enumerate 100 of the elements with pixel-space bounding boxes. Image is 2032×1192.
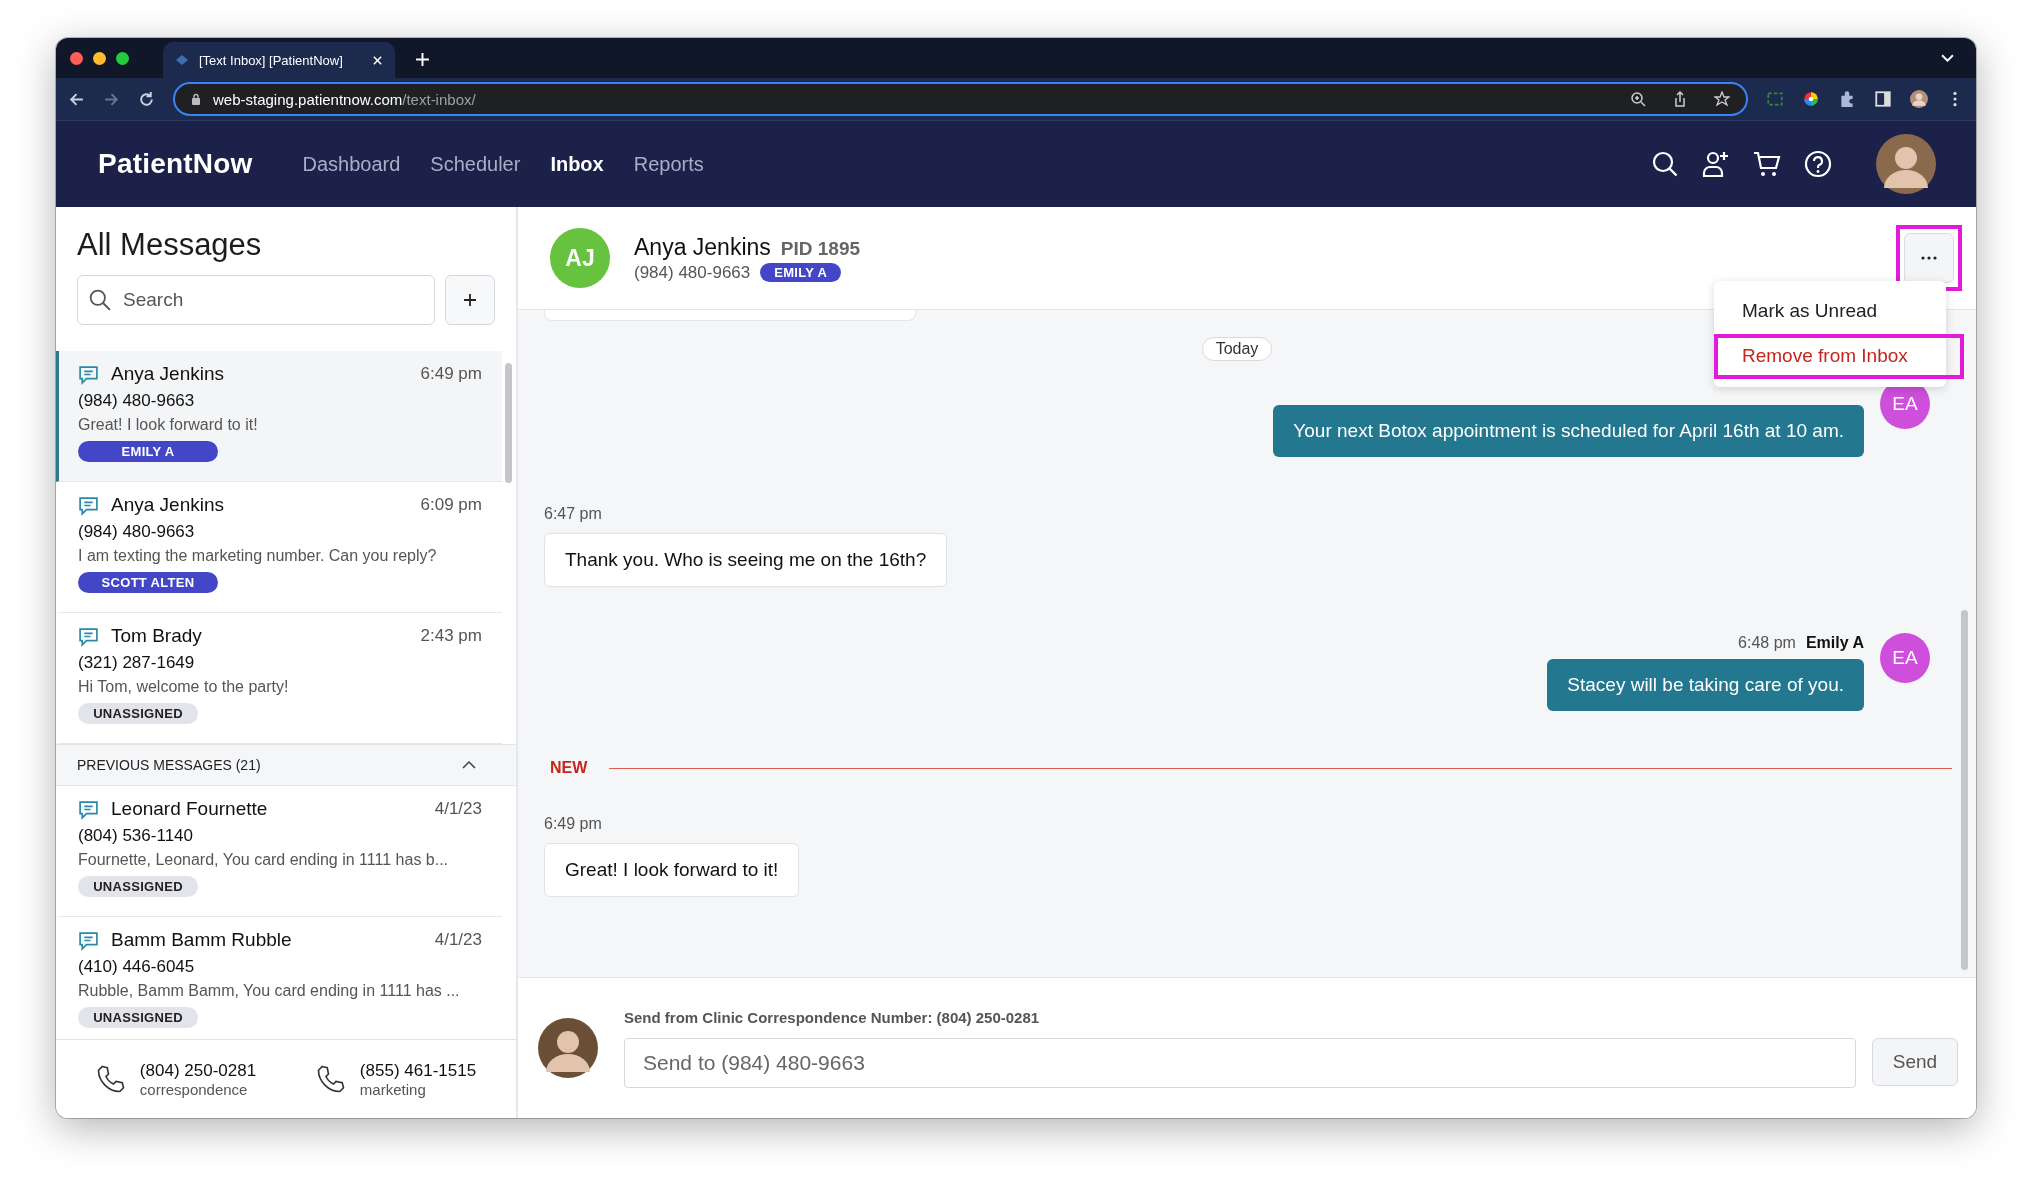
- contact-name: Bamm Bamm Rubble: [111, 929, 293, 951]
- assignee-badge: SCOTT ALTEN: [78, 572, 218, 593]
- user-avatar[interactable]: [1876, 134, 1936, 194]
- ellipsis-icon: [1921, 256, 1937, 260]
- phone-number: (984) 480-9663: [78, 391, 196, 411]
- chat-bubble-icon: [78, 363, 99, 385]
- panel-title: All Messages: [77, 227, 263, 263]
- nav-tab[interactable]: Scheduler: [430, 152, 521, 176]
- new-divider-label: NEW: [550, 759, 588, 777]
- phone-number: (410) 446-6045: [78, 957, 196, 977]
- contact-name: Leonard Fournette: [111, 798, 269, 820]
- puzzle-icon[interactable]: [1838, 90, 1856, 108]
- phone-icon: [315, 1064, 346, 1094]
- nav-tab[interactable]: Inbox: [550, 152, 604, 176]
- chat-bubble-icon: [78, 798, 99, 820]
- phone-number: (984) 480-9663: [78, 522, 196, 542]
- message-preview: Great! I look forward to it!: [78, 416, 259, 434]
- new-tab-icon[interactable]: [415, 52, 430, 67]
- color-wheel-icon[interactable]: [1802, 90, 1820, 108]
- chat-bubble-icon: [78, 929, 99, 951]
- message-time: 4/1/23: [434, 930, 482, 950]
- assignee-badge: EMILY A: [78, 441, 218, 462]
- close-icon[interactable]: [372, 54, 383, 66]
- maximize-window-button[interactable]: [116, 51, 129, 65]
- assignee-badge: UNASSIGNED: [78, 1007, 198, 1028]
- message-time: 6:09 pm: [420, 495, 482, 515]
- help-icon[interactable]: [1804, 150, 1832, 178]
- message-time: 6:47 pm: [544, 505, 602, 523]
- assignee-badge: EMILY A: [760, 263, 842, 282]
- cart-icon[interactable]: [1753, 150, 1781, 178]
- phone-number: (321) 287-1649: [78, 653, 196, 673]
- conversation-item[interactable]: Anya Jenkins 6:49 pm (984) 480-9663 Great! I look forward to it! EMILY A: [56, 351, 502, 482]
- contact-name: Anya Jenkins: [111, 494, 225, 516]
- message-bubble: Your next Botox appointment is scheduled for April 16th at 10 am.: [1273, 405, 1864, 457]
- assignee-badge: UNASSIGNED: [78, 703, 198, 724]
- message-time: 6:48 pm: [1738, 634, 1796, 652]
- plus-icon: [462, 292, 478, 308]
- phone-label: correspondence: [139, 1080, 249, 1098]
- chat-bubble-icon: [78, 625, 99, 647]
- phone-number: (804) 536-1140: [78, 826, 194, 846]
- user-avatar: [538, 1018, 598, 1078]
- message-time: 2:43 pm: [420, 626, 482, 646]
- message-time: 6:49 pm: [420, 364, 482, 384]
- message-bubble: Great! I look forward to it!: [544, 843, 800, 897]
- contact-avatar: AJ: [550, 228, 610, 288]
- menu-item[interactable]: Mark as Unread: [1718, 293, 1960, 330]
- menu-item[interactable]: Remove from Inbox: [1718, 338, 1960, 375]
- chevron-down-icon[interactable]: [1941, 53, 1954, 63]
- search-icon[interactable]: [1651, 150, 1679, 178]
- chevron-up-icon: [462, 761, 476, 769]
- browser-tab[interactable]: [Text Inbox] [PatientNow]: [163, 42, 395, 78]
- nav-tab[interactable]: Dashboard: [302, 152, 401, 176]
- send-button[interactable]: Send: [1872, 1037, 1958, 1086]
- contact-name: Tom Brady: [111, 625, 203, 647]
- lock-icon: [191, 93, 201, 105]
- sender-name: Emily A: [1805, 634, 1864, 652]
- search-field[interactable]: Search: [77, 275, 435, 325]
- star-icon[interactable]: [1714, 91, 1730, 107]
- message-preview: Rubble, Bamm Bamm, You card ending in 1111 has ...: [78, 982, 461, 1000]
- tab-title: [Text Inbox] [PatientNow]: [199, 52, 344, 68]
- add-person-icon[interactable]: [1702, 150, 1730, 178]
- patient-id: PID 1895: [780, 237, 861, 260]
- url-text: web-staging.patientnow.com/text-inbox/: [213, 90, 476, 108]
- minimize-window-button[interactable]: [93, 51, 106, 65]
- chat-bubble-icon: [78, 494, 99, 516]
- search-icon: [89, 289, 111, 311]
- scrollbar[interactable]: [1961, 610, 1968, 970]
- phone-icon: [95, 1064, 126, 1094]
- logo[interactable]: PatientNow: [98, 148, 253, 180]
- message-bubble: Stacey will be taking care of you.: [1547, 659, 1864, 711]
- sender-number-label: Send from Clinic Correspondence Number: (804) 250-0281: [624, 1008, 1041, 1026]
- phone-number[interactable]: (804) 250-0281: [139, 1060, 257, 1081]
- phone-number: (984) 480-9663: [634, 262, 751, 283]
- message-preview: I am texting the marketing number. Can you reply?: [78, 547, 438, 565]
- nav-tab[interactable]: Reports: [633, 152, 704, 176]
- date-pill: Today: [1201, 337, 1273, 361]
- section-label: PREVIOUS MESSAGES (21): [77, 757, 261, 773]
- phone-number[interactable]: (855) 461-1515: [359, 1060, 477, 1081]
- phone-label: marketing: [359, 1080, 427, 1098]
- contact-name: Anya Jenkins: [111, 363, 225, 385]
- sidebar-icon[interactable]: [1874, 90, 1892, 108]
- assignee-badge: UNASSIGNED: [78, 876, 198, 897]
- share-icon[interactable]: [1672, 91, 1688, 107]
- scrollbar[interactable]: [505, 363, 512, 483]
- message-preview: Fournette, Leonard, You card ending in 1111 has b...: [78, 851, 450, 869]
- reload-icon[interactable]: [138, 90, 155, 108]
- sender-avatar: EA: [1880, 633, 1930, 683]
- app-favicon-icon: [175, 53, 189, 67]
- profile-avatar[interactable]: [1910, 90, 1928, 108]
- section-header[interactable]: PREVIOUS MESSAGES (21): [56, 744, 516, 786]
- close-window-button[interactable]: [70, 51, 83, 65]
- screenshot-icon[interactable]: [1766, 90, 1784, 108]
- zoom-icon[interactable]: [1630, 91, 1646, 107]
- message-bubble: Thank you. Who is seeing me on the 16th?: [544, 533, 948, 587]
- contact-name: Anya Jenkins: [634, 233, 771, 261]
- message-input[interactable]: Send to (984) 480-9663: [624, 1037, 1856, 1088]
- message-time: 4/1/23: [434, 799, 482, 819]
- message-time: 6:49 pm: [544, 815, 602, 833]
- address-bar[interactable]: web-staging.patientnow.com/text-inbox/: [173, 82, 1748, 116]
- message-preview: Hi Tom, welcome to the party!: [78, 678, 290, 696]
